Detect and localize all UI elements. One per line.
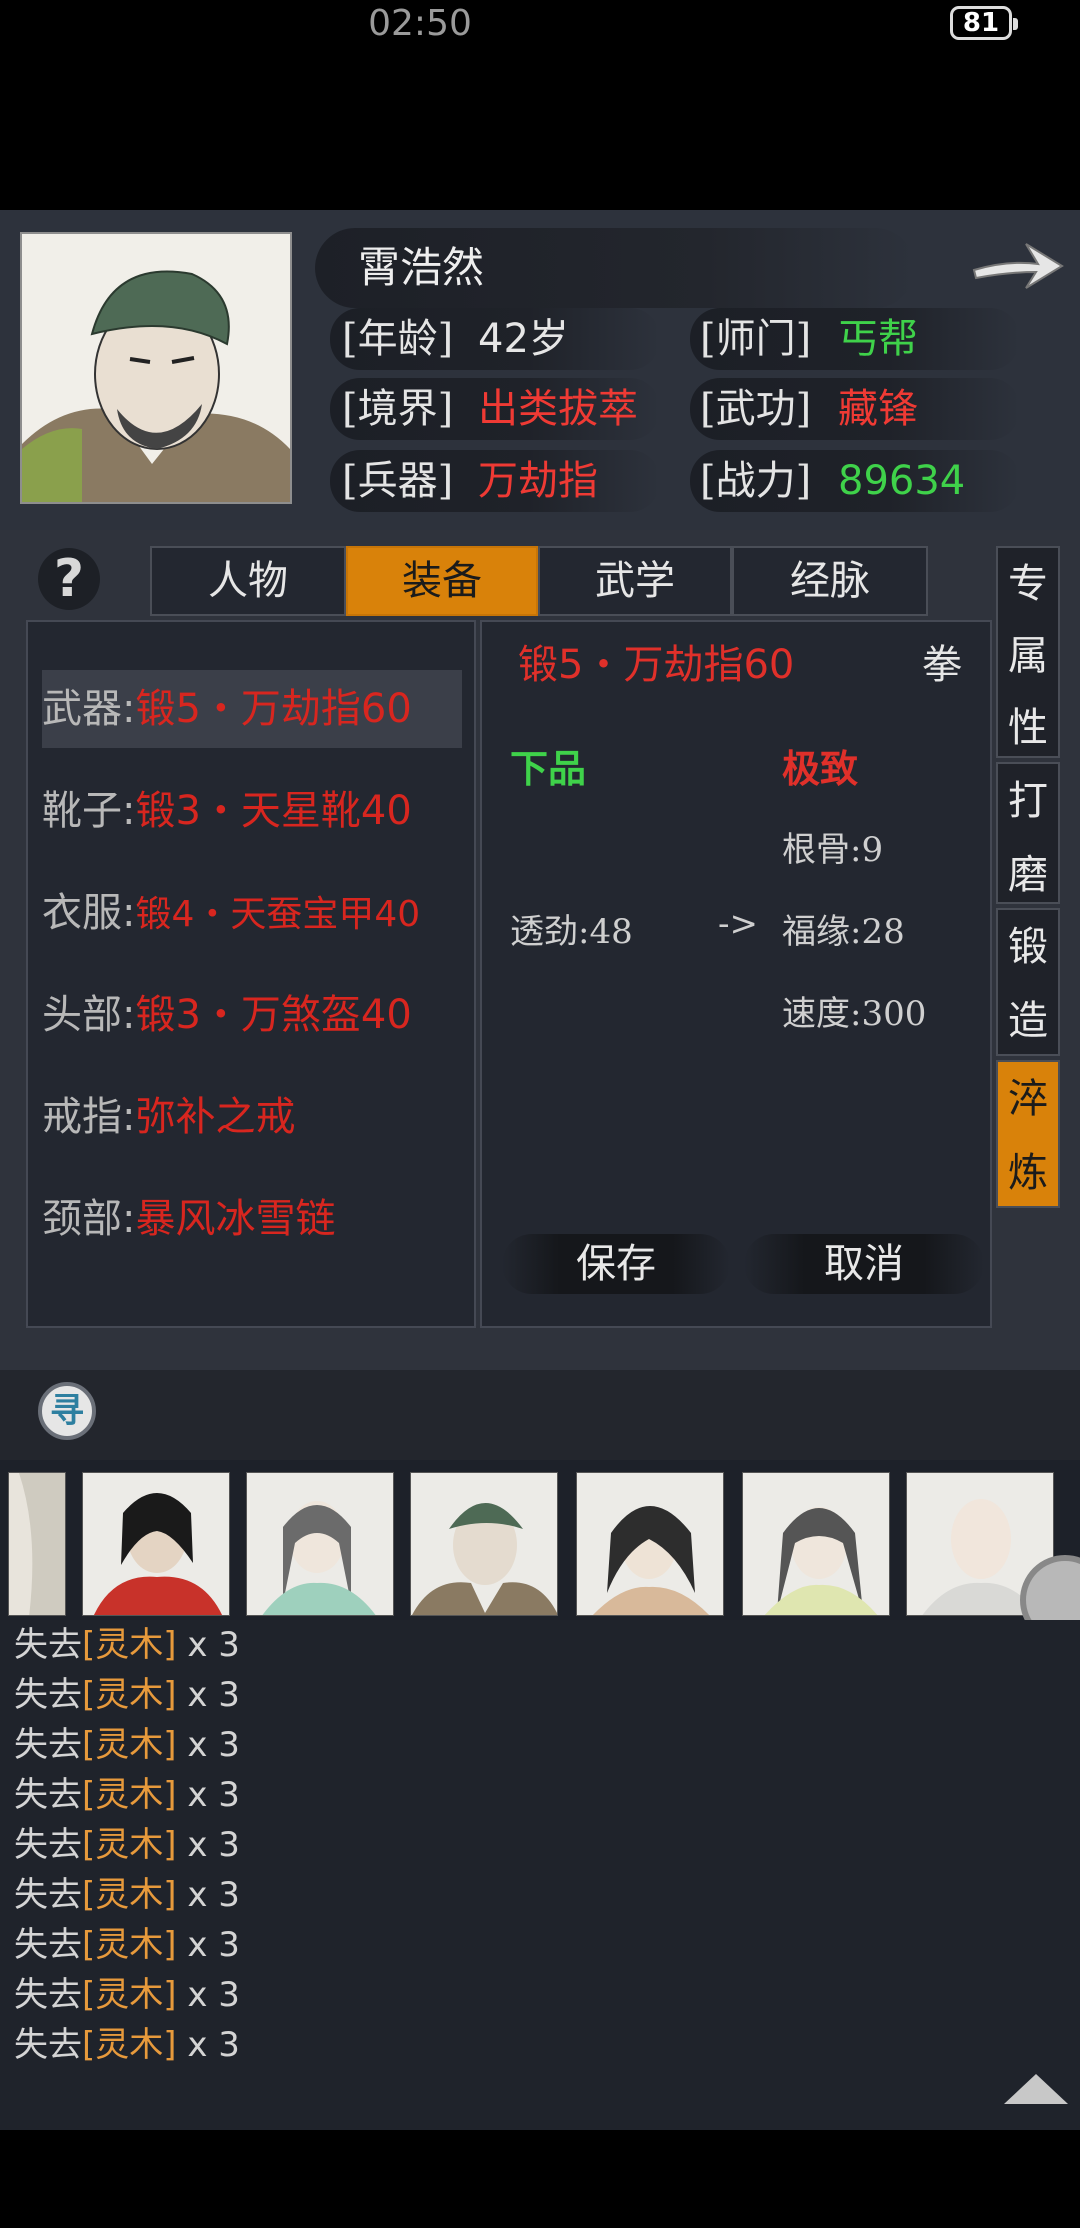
hero-portrait[interactable] [20, 232, 292, 504]
help-button[interactable]: ? [38, 548, 100, 610]
equipment-item: 暴风冰雪链 [135, 1196, 336, 1242]
attr-to-2: 福缘:28 [782, 912, 905, 952]
search-icon[interactable]: 寻 [38, 1382, 96, 1440]
attr-to-1: 根骨:9 [782, 830, 884, 870]
side-tab-char: 属 [1008, 633, 1048, 679]
log-line: 失去[灵木] x 3 [14, 1975, 240, 2015]
equipment-slot: 靴子: [42, 788, 136, 834]
equipment-row-boots[interactable]: 靴子:锻3・天星靴40 [42, 772, 462, 850]
equipment-row-ring[interactable]: 戒指:弥补之戒 [42, 1078, 462, 1156]
scroll-up-icon[interactable] [1004, 2074, 1068, 2104]
log-line: 失去[灵木] x 3 [14, 2025, 240, 2065]
martial-value: 藏锋 [838, 386, 918, 432]
detail-item-name: 锻5・万劫指60 [518, 642, 795, 688]
transfer-arrow: -> [718, 904, 758, 944]
character-portrait[interactable] [410, 1472, 558, 1616]
character-strip[interactable] [0, 1460, 1080, 1620]
equipment-row-armor[interactable]: 衣服:锻4・天蚕宝甲40 [42, 874, 462, 952]
log-line: 失去[灵木] x 3 [14, 1625, 240, 1665]
side-tab-char: 造 [1008, 998, 1048, 1044]
bottom-bar [0, 2130, 1080, 2228]
equipment-row-neck[interactable]: 颈部:暴风冰雪链 [42, 1180, 462, 1258]
detail-item-type: 拳 [922, 642, 962, 688]
log-line: 失去[灵木] x 3 [14, 1675, 240, 1715]
sect-label: [师门] [700, 316, 812, 362]
equipment-row-head[interactable]: 头部:锻3・万煞盔40 [42, 976, 462, 1054]
equipment-item: 锻5・万劫指60 [135, 686, 412, 732]
character-portrait[interactable] [246, 1472, 394, 1616]
hero-portrait-image [22, 234, 290, 502]
cancel-button[interactable]: 取消 [744, 1234, 984, 1294]
age-value: 42岁 [478, 316, 569, 362]
equipment-item: 锻3・万煞盔40 [135, 992, 412, 1038]
save-button[interactable]: 保存 [502, 1234, 730, 1294]
log-line: 失去[灵木] x 3 [14, 1925, 240, 1965]
attr-to-3: 速度:300 [782, 994, 927, 1034]
equipment-panel: ? 人物 装备 武学 经脉 武器:锻5・万劫指60 靴子:锻3・天星靴40 衣服… [0, 530, 1080, 1370]
side-tab-char: 专 [1008, 561, 1048, 607]
equipment-slot: 颈部: [42, 1196, 136, 1242]
grade-from: 下品 [510, 746, 587, 791]
equipment-slot: 头部: [42, 992, 136, 1038]
side-tab-char: 性 [1008, 705, 1048, 751]
character-portrait[interactable] [82, 1472, 230, 1616]
side-tab-char: 炼 [1008, 1150, 1048, 1196]
side-tabs: 专 属 性 打 磨 锻 造 淬 炼 [996, 546, 1064, 1328]
grade-to: 极致 [782, 746, 859, 791]
equipment-item: 锻3・天星靴40 [135, 788, 412, 834]
side-tab-forge[interactable]: 锻 造 [996, 908, 1060, 1056]
log-line: 失去[灵木] x 3 [14, 1875, 240, 1915]
attr-from: 透劲:48 [510, 912, 633, 952]
side-tab-refine[interactable]: 淬 炼 [996, 1060, 1060, 1208]
equipment-item: 锻4・天蚕宝甲40 [135, 894, 421, 935]
side-tab-char: 淬 [1008, 1076, 1048, 1122]
side-tab-char: 锻 [1008, 924, 1048, 970]
equipment-row-weapon[interactable]: 武器:锻5・万劫指60 [42, 670, 462, 748]
power-label: [战力] [700, 458, 812, 504]
log-line: 失去[灵木] x 3 [14, 1725, 240, 1765]
equipment-list: 武器:锻5・万劫指60 靴子:锻3・天星靴40 衣服:锻4・天蚕宝甲40 头部:… [26, 620, 476, 1328]
side-tab-char: 打 [1008, 778, 1048, 824]
weapon-label: [兵器] [342, 458, 454, 504]
side-tab-exclusive[interactable]: 专 属 性 [996, 546, 1060, 758]
log-line: 失去[灵木] x 3 [14, 1825, 240, 1865]
side-tab-polish[interactable]: 打 磨 [996, 762, 1060, 904]
realm-value: 出类拔萃 [478, 386, 638, 432]
equipment-slot: 衣服: [42, 890, 136, 936]
sect-value: 丐帮 [838, 316, 918, 362]
weapon-value: 万劫指 [478, 458, 598, 504]
equipment-slot: 戒指: [42, 1094, 136, 1140]
realm-label: [境界] [342, 386, 454, 432]
tab-equipment[interactable]: 装备 [346, 546, 538, 616]
character-portrait[interactable] [576, 1472, 724, 1616]
character-portrait[interactable] [742, 1472, 890, 1616]
next-hero-arrow-icon[interactable] [968, 230, 1068, 300]
tab-martial[interactable]: 武学 [538, 546, 732, 616]
tab-meridian[interactable]: 经脉 [732, 546, 928, 616]
hero-name: 霄浩然 [358, 243, 485, 292]
battery-icon: 81 [950, 6, 1018, 40]
tab-character[interactable]: 人物 [150, 546, 346, 616]
equipment-item: 弥补之戒 [135, 1094, 296, 1140]
search-strip: 寻 [0, 1370, 1080, 1460]
message-log: 失去[灵木] x 3 失去[灵木] x 3 失去[灵木] x 3 失去[灵木] … [0, 1620, 1080, 2130]
log-line: 失去[灵木] x 3 [14, 1775, 240, 1815]
equipment-detail: 锻5・万劫指60 拳 下品 极致 根骨:9 透劲:48 -> 福缘:28 速度:… [480, 620, 992, 1328]
status-clock: 02:50 [368, 3, 472, 44]
character-portrait[interactable] [8, 1472, 66, 1616]
power-value: 89634 [838, 458, 966, 504]
side-tab-char: 磨 [1008, 852, 1048, 898]
martial-label: [武功] [700, 386, 812, 432]
status-bar: 02:50 81 [0, 0, 1080, 210]
hero-header: 霄浩然 [年龄] 42岁 [师门] 丐帮 [境界] 出类拔萃 [武功] 藏锋 [… [0, 210, 1080, 530]
equipment-slot: 武器: [42, 686, 136, 732]
age-label: [年龄] [342, 316, 454, 362]
